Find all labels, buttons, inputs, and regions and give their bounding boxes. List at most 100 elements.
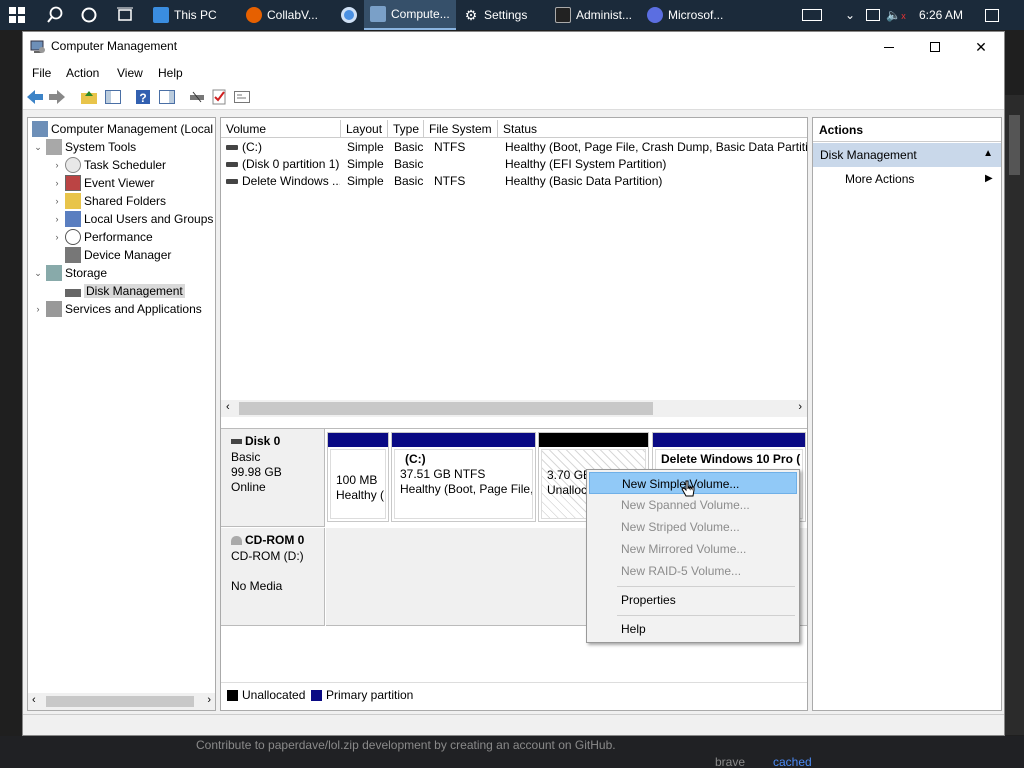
volume-row[interactable]: (C:) Simple Basic NTFS Healthy (Boot, Pa… xyxy=(221,139,807,156)
column-status[interactable]: Status xyxy=(498,120,807,138)
disk-0-label[interactable]: Disk 0 Basic 99.98 GB Online xyxy=(221,429,325,527)
menu-item-new-raid5-volume[interactable]: New RAID-5 Volume... xyxy=(589,560,797,582)
actions-pane: Actions Disk Management ▲ More Actions ▶ xyxy=(812,117,1002,711)
disk-size: 99.98 GB xyxy=(231,465,282,479)
task-microsoft[interactable]: Microsof... xyxy=(641,0,733,30)
task-view-button[interactable] xyxy=(108,0,142,30)
notifications-button[interactable] xyxy=(980,0,1004,30)
menu-file[interactable]: File xyxy=(32,66,51,80)
column-layout[interactable]: Layout xyxy=(341,120,388,138)
scroll-right-icon[interactable]: › xyxy=(798,401,802,413)
tree-item-services-applications[interactable]: › Services and Applications xyxy=(32,300,202,318)
check-button[interactable] xyxy=(210,88,228,106)
volume-list-horizontal-scrollbar[interactable]: ‹ › xyxy=(221,400,807,417)
clock[interactable]: 6:26 AM xyxy=(910,0,972,30)
legend-swatch-primary xyxy=(311,690,322,701)
network-icon xyxy=(866,9,880,21)
expand-icon[interactable]: › xyxy=(51,178,63,188)
task-settings[interactable]: ⚙ Settings xyxy=(457,0,549,30)
background-scrollbar xyxy=(1005,95,1024,735)
start-button[interactable] xyxy=(0,0,34,30)
tree-item-shared-folders[interactable]: › Shared Folders xyxy=(51,192,166,210)
search-button[interactable] xyxy=(38,0,72,30)
forward-button[interactable] xyxy=(48,88,66,106)
tree-item-event-viewer[interactable]: › Event Viewer xyxy=(51,174,154,192)
task-this-pc[interactable]: This PC xyxy=(147,0,239,30)
connect-drive-icon xyxy=(190,91,204,103)
task-computer-management[interactable]: Compute... xyxy=(364,0,456,30)
help-button[interactable]: ? xyxy=(134,88,152,106)
tree-item-task-scheduler[interactable]: › Task Scheduler xyxy=(51,156,166,174)
menu-item-properties[interactable]: Properties xyxy=(589,589,797,611)
volume-row[interactable]: (Disk 0 partition 1) Simple Basic Health… xyxy=(221,156,807,173)
partition-efi[interactable]: 100 MB Healthy ( xyxy=(327,432,389,522)
collapse-icon[interactable]: ⌄ xyxy=(32,142,44,153)
svg-text:?: ? xyxy=(139,91,146,105)
menu-separator xyxy=(617,615,795,616)
volume-row[interactable]: Delete Windows ... Simple Basic NTFS Hea… xyxy=(221,173,807,190)
tree-item-storage[interactable]: ⌄ Storage xyxy=(32,264,107,282)
tree-item-computer-management[interactable]: Computer Management (Local xyxy=(30,120,213,138)
task-administrator[interactable]: Administ... xyxy=(549,0,641,30)
more-actions[interactable]: More Actions xyxy=(845,172,914,186)
close-button[interactable]: ✕ xyxy=(958,32,1004,62)
collapse-up-icon[interactable]: ▲ xyxy=(983,148,993,159)
back-button[interactable] xyxy=(26,88,44,106)
tree-item-system-tools[interactable]: ⌄ System Tools xyxy=(32,138,136,156)
cortana-button[interactable] xyxy=(72,0,106,30)
partition-c[interactable]: (C:) 37.51 GB NTFS Healthy (Boot, Page F… xyxy=(391,432,536,522)
menu-help[interactable]: Help xyxy=(158,66,183,80)
expand-icon[interactable]: › xyxy=(32,304,44,314)
title-bar[interactable]: Computer Management ✕ xyxy=(23,32,1004,62)
tree-label: Device Manager xyxy=(84,248,172,262)
collapse-icon[interactable]: ⌄ xyxy=(32,268,44,279)
properties-button[interactable] xyxy=(233,88,251,106)
column-type[interactable]: Type xyxy=(388,120,424,138)
scroll-left-icon[interactable]: ‹ xyxy=(226,401,230,413)
expand-icon[interactable]: › xyxy=(51,232,63,242)
keyboard-tray[interactable] xyxy=(798,0,826,30)
task-chrome[interactable] xyxy=(332,0,366,30)
tree-label: Shared Folders xyxy=(84,194,167,208)
scroll-left-icon[interactable]: ‹ xyxy=(32,694,36,706)
disk-media: No Media xyxy=(231,579,283,593)
cdrom-0-label[interactable]: CD-ROM 0 CD-ROM (D:) No Media xyxy=(221,528,325,626)
tree-item-device-manager[interactable]: Device Manager xyxy=(63,246,171,264)
connect-button[interactable] xyxy=(188,88,206,106)
expand-icon[interactable]: › xyxy=(51,214,63,224)
tree-horizontal-scrollbar[interactable]: ‹ › xyxy=(28,693,215,710)
menu-action[interactable]: Action xyxy=(66,66,99,80)
expand-icon[interactable]: › xyxy=(51,160,63,170)
partition-size: 100 MB xyxy=(336,473,378,487)
task-label: Settings xyxy=(484,8,528,22)
minimize-button[interactable] xyxy=(866,32,912,62)
tray-overflow[interactable]: ⌄ xyxy=(840,0,860,30)
menu-item-help[interactable]: Help xyxy=(589,618,797,640)
console-tree: Computer Management (Local ⌄ System Tool… xyxy=(27,117,216,711)
cached-link[interactable]: cached xyxy=(773,755,812,768)
firefox-icon xyxy=(246,7,262,23)
menu-item-new-striped-volume[interactable]: New Striped Volume... xyxy=(589,516,797,538)
up-folder-button[interactable] xyxy=(80,88,98,106)
actions-group-disk-management[interactable]: Disk Management ▲ xyxy=(813,143,1001,167)
show-hide-action-pane-button[interactable] xyxy=(158,88,176,106)
partition-status: Healthy ( xyxy=(336,488,385,502)
maximize-button[interactable] xyxy=(912,32,958,62)
task-collabvm[interactable]: CollabV... xyxy=(240,0,332,30)
menu-item-new-mirrored-volume[interactable]: New Mirrored Volume... xyxy=(589,538,797,560)
column-volume[interactable]: Volume xyxy=(221,120,341,138)
scroll-thumb[interactable] xyxy=(46,696,194,707)
scroll-right-icon[interactable]: › xyxy=(207,694,211,706)
network-tray[interactable] xyxy=(862,0,884,30)
show-hide-tree-button[interactable] xyxy=(104,88,122,106)
column-file-system[interactable]: File System xyxy=(424,120,498,138)
volume-tray[interactable]: 🔈x xyxy=(884,0,908,30)
tree-item-disk-management[interactable]: Disk Management xyxy=(63,282,185,300)
scroll-thumb[interactable] xyxy=(239,402,653,415)
tree-item-local-users[interactable]: › Local Users and Groups xyxy=(51,210,213,228)
tree-item-performance[interactable]: › Performance xyxy=(51,228,153,246)
forward-arrow-icon xyxy=(49,90,65,104)
tree-label: Event Viewer xyxy=(84,176,155,190)
menu-view[interactable]: View xyxy=(117,66,143,80)
expand-icon[interactable]: › xyxy=(51,196,63,206)
